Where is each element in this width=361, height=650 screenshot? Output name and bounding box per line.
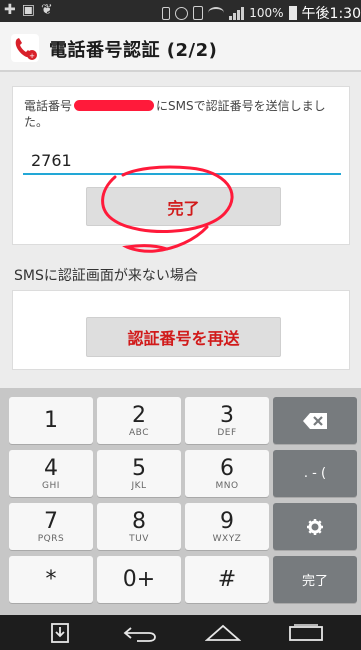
key-4[interactable]: 4 GHI xyxy=(9,450,93,497)
redacted-phone-number xyxy=(74,100,155,111)
image-icon: ▣ xyxy=(21,2,35,18)
sms-sent-message: 電話番号 にSMSで認証番号を送信しました。 xyxy=(24,98,344,130)
key-3[interactable]: 3 DEF xyxy=(185,397,269,444)
wifi-icon xyxy=(208,7,225,19)
keyboard-done-key[interactable]: 完了 xyxy=(273,556,357,603)
plus-icon: ✚ xyxy=(4,2,16,18)
download-button[interactable] xyxy=(40,621,80,645)
home-icon xyxy=(205,624,241,641)
home-button[interactable] xyxy=(203,621,243,645)
key-star[interactable]: * xyxy=(9,556,93,603)
bluetooth-icon xyxy=(162,6,171,20)
signal-icon xyxy=(229,6,245,20)
status-bar: ✚ ▣ ❦ 100% 午後1:30 xyxy=(0,0,361,22)
svg-text:+: + xyxy=(29,52,35,60)
action-bar: + 電話番号認証 (2/2) xyxy=(0,22,361,72)
back-icon xyxy=(123,627,156,642)
numeric-keyboard: 1 2 ABC 3 DEF 4 GHI 5 JKL 6 MNO . - ( 7 PQRS 8… xyxy=(0,388,361,615)
gear-icon xyxy=(307,518,323,535)
verification-card: 電話番号にSMSで認証番号を送信しました。 完了 xyxy=(12,86,350,245)
resend-section-label: SMSに認証画面が来ない場合 xyxy=(14,268,198,284)
message-prefix: 電話番号 xyxy=(24,99,73,113)
done-button[interactable]: 完了 xyxy=(86,187,281,226)
key-6[interactable]: 6 MNO xyxy=(185,450,269,497)
page-title: 電話番号認証 (2/2) xyxy=(49,40,218,61)
alarm-icon xyxy=(175,6,189,20)
clock: 午後1:30 xyxy=(301,6,361,22)
key-hash[interactable]: # xyxy=(185,556,269,603)
key-1[interactable]: 1 xyxy=(9,397,93,444)
resend-code-button[interactable]: 認証番号を再送 xyxy=(86,317,281,357)
key-0[interactable]: 0+ xyxy=(97,556,181,603)
battery-percent: 100% xyxy=(249,6,284,20)
settings-key[interactable] xyxy=(273,503,357,550)
resend-card: 認証番号を再送 xyxy=(12,290,350,370)
leaf-icon: ❦ xyxy=(40,2,53,18)
notification-icons: ✚ ▣ ❦ xyxy=(4,2,53,18)
key-9[interactable]: 9 WXYZ xyxy=(185,503,269,550)
system-icons: 100% 午後1:30 xyxy=(162,3,361,23)
back-button[interactable] xyxy=(120,621,160,645)
symbols-key[interactable]: . - ( xyxy=(273,450,357,497)
battery-icon xyxy=(288,6,297,20)
key-2[interactable]: 2 ABC xyxy=(97,397,181,444)
backspace-icon xyxy=(303,412,327,429)
recents-icon xyxy=(289,624,323,641)
navigation-bar xyxy=(0,615,361,650)
key-8[interactable]: 8 TUV xyxy=(97,503,181,550)
phone-app-icon: + xyxy=(11,34,39,62)
recents-button[interactable] xyxy=(286,621,326,645)
key-5[interactable]: 5 JKL xyxy=(97,450,181,497)
key-7[interactable]: 7 PQRS xyxy=(9,503,93,550)
backspace-key[interactable] xyxy=(273,397,357,444)
verification-code-input[interactable] xyxy=(23,147,341,175)
download-icon xyxy=(51,623,69,643)
vibrate-icon xyxy=(193,6,204,20)
